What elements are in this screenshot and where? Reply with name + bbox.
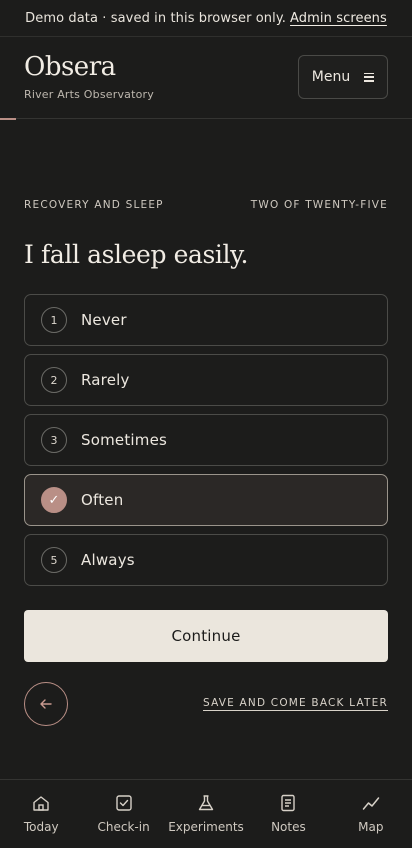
option-rarely[interactable]: 2 Rarely — [24, 354, 388, 406]
chart-line-icon — [362, 797, 380, 810]
answer-options: 1 Never 2 Rarely 3 Sometimes ✓ Often 5 A… — [24, 294, 388, 594]
home-icon — [33, 796, 49, 811]
option-sometimes[interactable]: 3 Sometimes — [24, 414, 388, 466]
option-label: Rarely — [81, 371, 130, 389]
question-prompt: I fall asleep easily. — [24, 240, 249, 269]
bottom-nav: Today Check-in Experiments Notes Map — [0, 779, 412, 848]
option-number: 5 — [41, 547, 67, 573]
demo-banner: Demo data · saved in this browser only. … — [0, 0, 412, 37]
option-label: Always — [81, 551, 135, 569]
notes-icon — [281, 794, 296, 812]
survey-page: Demo data · saved in this browser only. … — [0, 0, 412, 848]
menu-label: Menu — [311, 69, 351, 85]
admin-screens-link[interactable]: Admin screens — [290, 11, 387, 26]
checkbox-icon — [115, 795, 132, 811]
hamburger-icon — [364, 72, 375, 82]
nav-label: Notes — [271, 820, 306, 834]
menu-button[interactable]: Menu — [298, 55, 388, 99]
brand[interactable]: Obsera River Arts Observatory — [24, 51, 154, 101]
section-label: RECOVERY AND SLEEP — [24, 199, 164, 211]
nav-notes[interactable]: Notes — [247, 780, 329, 848]
option-label: Never — [81, 311, 127, 329]
arrow-left-icon — [40, 699, 52, 709]
option-often[interactable]: ✓ Often — [24, 474, 388, 526]
option-always[interactable]: 5 Always — [24, 534, 388, 586]
brand-subtitle: River Arts Observatory — [24, 88, 154, 101]
progress-fill — [0, 118, 17, 120]
option-label: Often — [81, 491, 124, 509]
nav-label: Today — [23, 820, 59, 834]
question-counter: TWO OF TWENTY-FIVE — [250, 199, 388, 211]
nav-label: Map — [358, 820, 384, 834]
checkmark-icon: ✓ — [41, 487, 67, 513]
option-number: 3 — [41, 427, 67, 453]
option-label: Sometimes — [81, 431, 168, 449]
nav-label: Experiments — [168, 820, 244, 834]
app-header: Obsera River Arts Observatory Menu — [0, 37, 412, 119]
brand-name: Obsera — [24, 52, 116, 82]
flask-icon — [198, 795, 214, 811]
progress-bar — [0, 118, 412, 120]
demo-banner-text: Demo data · saved in this browser only. — [25, 10, 287, 26]
option-number: 2 — [41, 367, 67, 393]
nav-experiments[interactable]: Experiments — [165, 780, 247, 848]
back-button[interactable] — [24, 682, 68, 726]
save-later-link[interactable]: SAVE AND COME BACK LATER — [203, 697, 388, 709]
nav-today[interactable]: Today — [0, 780, 82, 848]
question-meta: RECOVERY AND SLEEP TWO OF TWENTY-FIVE — [24, 199, 388, 211]
option-number: 1 — [41, 307, 67, 333]
nav-map[interactable]: Map — [330, 780, 412, 848]
option-never[interactable]: 1 Never — [24, 294, 388, 346]
nav-check-in[interactable]: Check-in — [82, 780, 164, 848]
nav-label: Check-in — [97, 820, 150, 834]
continue-button[interactable]: Continue — [24, 610, 388, 662]
